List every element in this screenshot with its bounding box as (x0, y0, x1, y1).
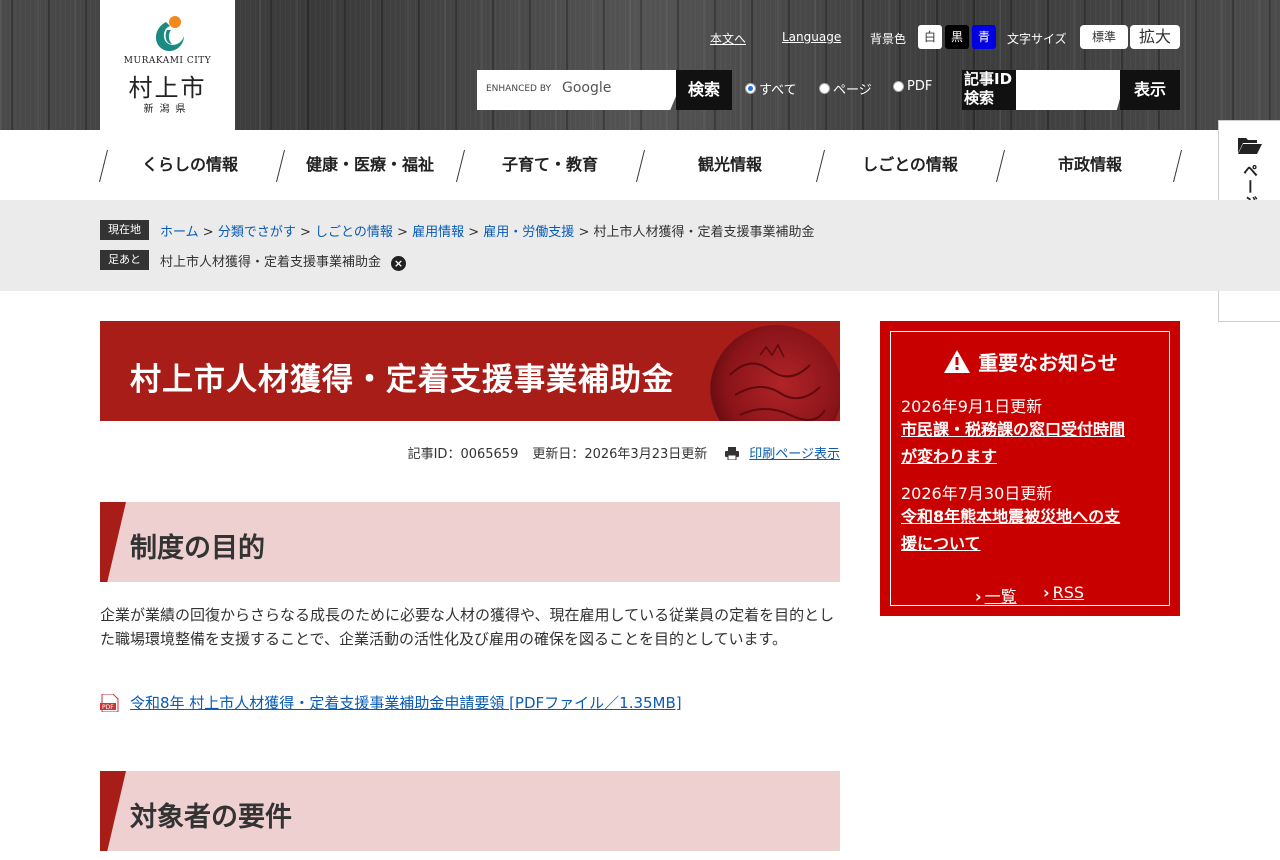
folder-open-icon (1238, 138, 1262, 154)
notice-title: 重要なお知らせ (891, 347, 1171, 376)
radio-all[interactable]: すべて (745, 79, 797, 98)
footprint: 村上市人材獲得・定着支援事業補助金 × (160, 251, 407, 271)
bg-white-button[interactable]: 白 (918, 25, 942, 49)
section-heading-eligibility-text: 対象者の要件 (130, 802, 292, 833)
breadcrumb-category[interactable]: 分類でさがす (218, 225, 296, 240)
radio-page[interactable]: ページ (819, 79, 872, 98)
notice-link-line[interactable]: 令和8年熊本地震被災地への支 (901, 503, 1166, 530)
article-id-search-label: 記事ID 検索 (962, 70, 1016, 110)
site-header: MURAKAMI CITY 村上市 新潟県 本文へ Language 背景色 白… (0, 0, 1280, 130)
close-icon[interactable]: × (391, 256, 407, 271)
notice-link-line[interactable]: 援について (901, 530, 1166, 557)
printer-icon (725, 447, 740, 460)
page-title-banner: 村上市人材獲得・定着支援事業補助金 (100, 321, 840, 421)
notice-rss-link[interactable]: › RSS (1043, 583, 1084, 602)
logo-city-ja: 村上市 (128, 74, 207, 102)
radio-all-label: すべて (759, 83, 797, 98)
page-title: 村上市人材獲得・定着支援事業補助金 (130, 362, 674, 398)
notice-list-link[interactable]: › 一覧 (975, 583, 1017, 607)
skip-to-content-link[interactable]: 本文へ (710, 30, 746, 47)
logo-prefecture: 新潟県 (143, 104, 192, 115)
radio-pdf[interactable]: PDF (893, 79, 932, 94)
notice-list-label: 一覧 (984, 587, 1017, 606)
important-notice-panel: 重要なお知らせ 2026年9月1日更新 市民課・税務課の窓口受付時間 が変わりま… (880, 321, 1180, 616)
breadcrumb-home[interactable]: ホーム (160, 225, 199, 240)
notice-date: 2026年9月1日更新 (901, 397, 1043, 416)
print-page-link[interactable]: 印刷ページ表示 (749, 447, 840, 462)
notice-rss-label: RSS (1052, 583, 1085, 602)
global-nav: くらしの情報 健康・医療・福祉 子育て・教育 観光情報 しごとの情報 市政情報 (99, 130, 1182, 200)
notice-link-earthquake-support[interactable]: 令和8年熊本地震被災地への支 援について (901, 503, 1166, 557)
plate-engraving-icon (729, 343, 826, 421)
pdf-guideline-link[interactable]: 令和8年 村上市人材獲得・定着支援事業補助金申請要領 [PDFファイル／1.35… (130, 692, 682, 713)
lacquer-plate-image (710, 325, 840, 421)
section-heading-purpose: 制度の目的 (100, 502, 840, 582)
search-google-label: Google (562, 80, 612, 96)
pdf-file-icon-label: PDF (102, 704, 114, 711)
breadcrumb-work[interactable]: しごとの情報 (315, 225, 393, 240)
site-search-input[interactable]: ENHANCED BY Google (477, 70, 687, 110)
breadcrumb-sep: > (578, 225, 590, 240)
important-notice-inner: 重要なお知らせ 2026年9月1日更新 市民課・税務課の窓口受付時間 が変わりま… (890, 331, 1170, 606)
bg-black-button[interactable]: 黒 (945, 25, 969, 49)
nav-item-childcare[interactable]: 子育て・教育 (460, 130, 640, 200)
article-id: 記事ID：0065659 (407, 447, 519, 462)
nav-item-government[interactable]: 市政情報 (1000, 130, 1180, 200)
radio-pdf-label: PDF (907, 79, 933, 94)
notice-date: 2026年7月30日更新 (901, 484, 1053, 503)
pdf-file-icon: PDF (100, 694, 119, 712)
purpose-body-text: 企業が業績の回復からさらなる成長のために必要な人材の獲得や、現在雇用している従業… (100, 606, 835, 648)
search-enhanced-label: ENHANCED BY (486, 84, 552, 94)
language-link[interactable]: Language (782, 30, 841, 44)
nav-item-life[interactable]: くらしの情報 (100, 130, 280, 200)
notice-link-line[interactable]: 市民課・税務課の窓口受付時間 (901, 416, 1166, 443)
article-id-show-button[interactable]: 表示 (1120, 70, 1180, 110)
radio-pdf-dot[interactable] (893, 81, 904, 92)
notice-link-line[interactable]: が変わります (901, 443, 1166, 470)
current-location-tag: 現在地 (100, 220, 149, 240)
font-standard-button[interactable]: 標準 (1080, 25, 1128, 49)
breadcrumb-employment[interactable]: 雇用情報 (412, 225, 464, 240)
breadcrumb: ホーム > 分類でさがす > しごとの情報 > 雇用情報 > 雇用・労働支援 >… (160, 221, 815, 240)
breadcrumb-current: 村上市人材獲得・定着支援事業補助金 (593, 225, 815, 240)
radio-page-label: ページ (833, 83, 872, 98)
footprint-tag: 足あと (100, 250, 149, 270)
nav-item-work[interactable]: しごとの情報 (820, 130, 1000, 200)
breadcrumb-sep: > (397, 225, 408, 240)
breadcrumb-labor-support[interactable]: 雇用・労働支援 (483, 225, 574, 240)
footprint-item[interactable]: 村上市人材獲得・定着支援事業補助金 (160, 255, 381, 270)
id-label-line2: 検索 (964, 89, 995, 107)
radio-page-dot[interactable] (819, 83, 830, 94)
search-button[interactable]: 検索 (676, 70, 732, 110)
chevron-right-icon: › (975, 587, 982, 606)
notice-title-text: 重要なお知らせ (978, 351, 1118, 375)
notice-link-reception-hours[interactable]: 市民課・税務課の窓口受付時間 が変わります (901, 416, 1166, 470)
font-size-label: 文字サイズ (1007, 32, 1067, 46)
bg-blue-button[interactable]: 青 (972, 25, 996, 49)
site-logo[interactable]: MURAKAMI CITY 村上市 新潟県 (100, 0, 235, 130)
section-heading-eligibility: 対象者の要件 (100, 771, 840, 851)
bg-color-label: 背景色 (870, 32, 907, 46)
breadcrumb-sep: > (202, 225, 214, 240)
logo-city-en: MURAKAMI CITY (123, 56, 212, 66)
section-heading-purpose-text: 制度の目的 (130, 533, 265, 564)
logo-mark-icon (155, 16, 184, 52)
radio-all-dot[interactable] (745, 83, 756, 94)
font-large-button[interactable]: 拡大 (1130, 25, 1180, 49)
chevron-right-icon: › (1043, 583, 1050, 602)
article-id-input[interactable] (1016, 70, 1128, 110)
nav-item-tourism[interactable]: 観光情報 (640, 130, 820, 200)
breadcrumb-sep: > (299, 225, 311, 240)
nav-item-health[interactable]: 健康・医療・福祉 (280, 130, 460, 200)
breadcrumb-area: 現在地 ホーム > 分類でさがす > しごとの情報 > 雇用情報 > 雇用・労働… (0, 200, 1280, 291)
warning-icon (944, 350, 971, 373)
article-meta: 記事ID：0065659 更新日：2026年3月23日更新 印刷ページ表示 (100, 443, 840, 462)
breadcrumb-sep: > (468, 225, 480, 240)
updated-date: 更新日：2026年3月23日更新 (532, 447, 708, 462)
id-label-line1: 記事ID (964, 70, 1013, 88)
